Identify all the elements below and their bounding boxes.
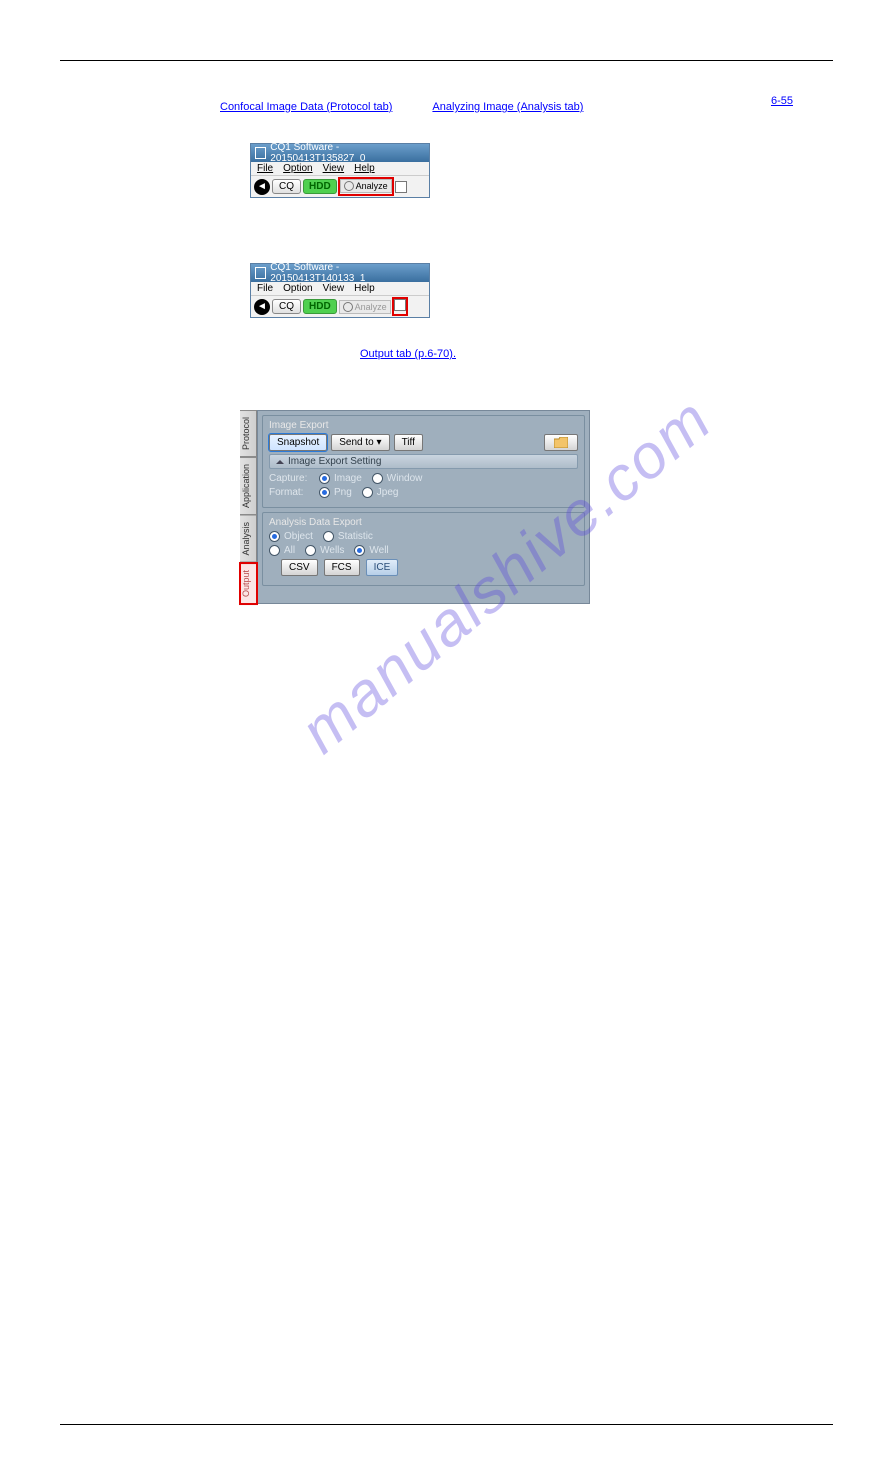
group-title-analysis-export: Analysis Data Export (269, 517, 578, 528)
analyze-chip[interactable]: Analyze (340, 179, 392, 193)
setting-header-label: Image Export Setting (288, 456, 381, 467)
app-window-analyze-enabled: CQ1 Software - 20150413T135827_0 File Op… (250, 143, 430, 198)
checkbox-toggle[interactable] (395, 181, 407, 193)
menu-view[interactable]: View (323, 163, 345, 174)
row-object-stat: Object Statistic (269, 531, 578, 542)
checkbox-toggle[interactable] (394, 299, 406, 311)
radio-capture-image[interactable] (319, 473, 330, 484)
group-analysis-export: Analysis Data Export Object Statistic Al… (262, 512, 585, 586)
back-button[interactable]: ◄ (254, 299, 270, 315)
sendto-button[interactable]: Send to ▾ (331, 434, 389, 451)
cq-button[interactable]: CQ (272, 179, 301, 194)
side-tabs: Protocol Application Analysis Output (240, 410, 257, 604)
radio-capture-window[interactable] (372, 473, 383, 484)
divider-top (60, 60, 833, 61)
tab-analysis[interactable]: Analysis (240, 515, 257, 563)
menu-help[interactable]: Help (354, 283, 375, 294)
radio-object[interactable] (269, 531, 280, 542)
window-title: CQ1 Software - 20150413T140133_1 (270, 262, 425, 284)
cq-button[interactable]: CQ (272, 299, 301, 314)
row-format: Format: Png Jpeg (269, 487, 578, 498)
app-icon (255, 267, 266, 279)
app-window-analyze-disabled: CQ1 Software - 20150413T140133_1 File Op… (250, 263, 430, 318)
row-export-format-buttons: CSV FCS ICE (281, 559, 578, 576)
tiff-button[interactable]: Tiff (394, 434, 423, 451)
output-panel: Protocol Application Analysis Output Ima… (240, 410, 590, 604)
radio-label-wells: Wells (320, 545, 344, 556)
radio-label-window: Window (387, 473, 423, 484)
analyze-radio-icon (344, 181, 354, 191)
chevron-up-icon (276, 460, 284, 464)
hdd-button[interactable]: HDD (303, 179, 337, 194)
radio-statistic[interactable] (323, 531, 334, 542)
open-folder-button[interactable] (544, 434, 578, 451)
analyze-chip-disabled: Analyze (339, 300, 391, 314)
analyze-radio-icon (343, 302, 353, 312)
menu-view[interactable]: View (323, 283, 345, 294)
menu-help[interactable]: Help (354, 163, 375, 174)
panel-body: Image Export Snapshot Send to ▾ Tiff Ima… (257, 410, 590, 604)
app-icon (255, 147, 266, 159)
snapshot-button[interactable]: Snapshot (269, 434, 327, 451)
section-link-output: Output tab (p.6-70). (360, 348, 833, 360)
radio-format-png[interactable] (319, 487, 330, 498)
menu-file[interactable]: File (257, 163, 273, 174)
fcs-button[interactable]: FCS (324, 559, 360, 576)
row-capture: Capture: Image Window (269, 473, 578, 484)
group-title-image-export: Image Export (269, 420, 578, 431)
back-button[interactable]: ◄ (254, 179, 270, 195)
capture-label: Capture: (269, 473, 315, 484)
toolbar: ◄ CQ HDD Analyze (251, 295, 429, 317)
radio-format-jpeg[interactable] (362, 487, 373, 498)
highlight-analyze: Analyze (339, 178, 393, 195)
image-export-setting-header[interactable]: Image Export Setting (269, 454, 578, 469)
tab-protocol[interactable]: Protocol (240, 410, 257, 457)
radio-label-well: Well (369, 545, 388, 556)
radio-well[interactable] (354, 545, 365, 556)
menu-option[interactable]: Option (283, 283, 312, 294)
toc-links: Confocal Image Data (Protocol tab) Analy… (220, 101, 833, 113)
folder-icon (554, 437, 568, 448)
page-reference-link[interactable]: 6-55 (771, 95, 793, 107)
csv-button[interactable]: CSV (281, 559, 318, 576)
tab-output[interactable]: Output (240, 563, 257, 604)
radio-label-statistic: Statistic (338, 531, 373, 542)
titlebar: CQ1 Software - 20150413T140133_1 (251, 264, 429, 282)
hdd-button[interactable]: HDD (303, 299, 337, 314)
highlight-checkbox (393, 298, 407, 315)
radio-label-image: Image (334, 473, 362, 484)
menu-option[interactable]: Option (283, 163, 312, 174)
ice-button[interactable]: ICE (366, 559, 399, 576)
link-output-tab[interactable]: Output tab (p.6-70). (360, 348, 456, 360)
row-scope: All Wells Well (269, 545, 578, 556)
radio-label-png: Png (334, 487, 352, 498)
radio-label-all: All (284, 545, 295, 556)
radio-label-object: Object (284, 531, 313, 542)
link-confocal-image[interactable]: Confocal Image Data (Protocol tab) (220, 101, 392, 113)
radio-label-jpeg: Jpeg (377, 487, 399, 498)
radio-wells[interactable] (305, 545, 316, 556)
divider-bottom (60, 1424, 833, 1425)
group-image-export: Image Export Snapshot Send to ▾ Tiff Ima… (262, 415, 585, 508)
radio-all[interactable] (269, 545, 280, 556)
link-analyzing-image[interactable]: Analyzing Image (Analysis tab) (432, 101, 583, 113)
row-export-buttons: Snapshot Send to ▾ Tiff (269, 434, 578, 451)
analyze-label: Analyze (356, 181, 388, 191)
menu-file[interactable]: File (257, 283, 273, 294)
analyze-label: Analyze (355, 302, 387, 312)
format-label: Format: (269, 487, 315, 498)
tab-application[interactable]: Application (240, 457, 257, 515)
toolbar: ◄ CQ HDD Analyze (251, 175, 429, 197)
titlebar: CQ1 Software - 20150413T135827_0 (251, 144, 429, 162)
window-title: CQ1 Software - 20150413T135827_0 (270, 142, 425, 164)
